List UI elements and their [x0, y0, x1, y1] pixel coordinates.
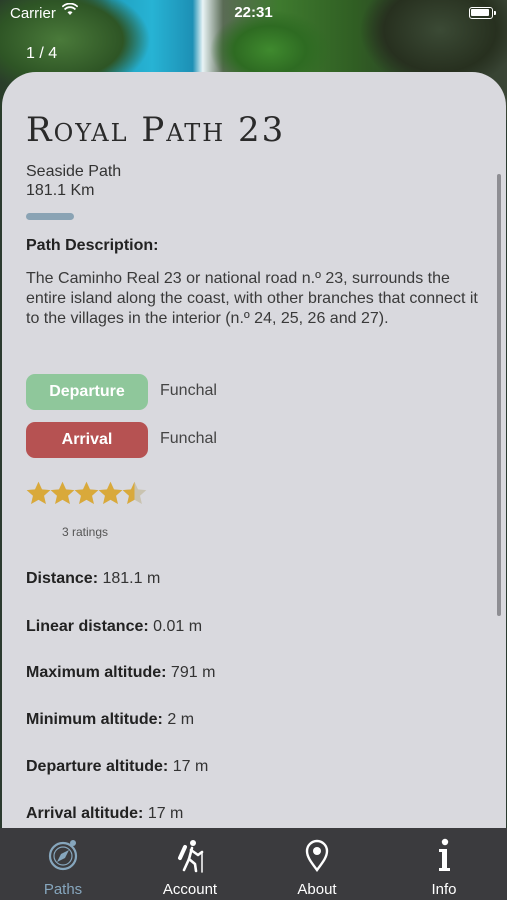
- battery-icon: [469, 7, 496, 19]
- stat-maximum-altitude: Maximum altitude: 791 m: [26, 664, 215, 682]
- stat-distance: Distance: 181.1 m: [26, 570, 160, 588]
- star-icon[interactable]: [97, 480, 124, 507]
- stat-label: Maximum altitude:: [26, 664, 167, 681]
- path-subtitle: Seaside Path 181.1 Km: [26, 162, 121, 200]
- info-icon: [381, 838, 507, 874]
- departure-badge: Departure: [26, 374, 148, 410]
- arrival-place: Funchal: [160, 430, 217, 447]
- arrival-badge: Arrival: [26, 422, 148, 458]
- stat-value: 2 m: [167, 711, 195, 728]
- tab-about[interactable]: About: [254, 828, 380, 900]
- tab-bar: Paths Account About Info: [0, 828, 507, 900]
- stat-value: 17 m: [147, 805, 184, 822]
- stat-label: Minimum altitude:: [26, 711, 163, 728]
- tab-label: Account: [162, 881, 218, 898]
- accent-divider: [26, 213, 74, 220]
- status-time: 22:31: [234, 4, 273, 21]
- stat-label: Arrival altitude:: [26, 805, 144, 822]
- stat-value: 181.1 m: [102, 570, 161, 587]
- hiker-icon: [127, 838, 253, 874]
- tab-label: About: [297, 881, 337, 898]
- ratings-count: 3 ratings: [62, 525, 109, 539]
- stat-value: 791 m: [170, 664, 216, 681]
- gallery-page-indicator: 1 / 4: [26, 45, 58, 62]
- stat-label: Departure altitude:: [26, 758, 169, 775]
- path-title: Royal Path 23: [26, 110, 286, 150]
- description-text: The Caminho Real 23 or national road n.º…: [26, 270, 478, 327]
- stat-arrival-altitude: Arrival altitude: 17 m: [26, 805, 183, 823]
- stat-minimum-altitude: Minimum altitude: 2 m: [26, 711, 194, 729]
- compass-icon: [0, 838, 126, 874]
- star-icon[interactable]: [121, 480, 148, 507]
- tab-label: Paths: [43, 881, 83, 898]
- star-icon[interactable]: [49, 480, 76, 507]
- path-type: Seaside Path: [26, 163, 122, 180]
- departure-place: Funchal: [160, 382, 217, 399]
- star-icon[interactable]: [25, 480, 52, 507]
- scrollbar[interactable]: [497, 174, 501, 616]
- status-bar: Carrier 22:31: [0, 0, 507, 28]
- map-pin-icon: [254, 838, 380, 874]
- stat-label: Linear distance:: [26, 618, 149, 635]
- stat-value: 0.01 m: [153, 618, 203, 635]
- tab-account[interactable]: Account: [127, 828, 253, 900]
- tab-info[interactable]: Info: [381, 828, 507, 900]
- tab-label: Info: [431, 881, 457, 898]
- stat-value: 17 m: [172, 758, 209, 775]
- description-heading: Path Description:: [26, 237, 159, 254]
- stat-departure-altitude: Departure altitude: 17 m: [26, 758, 208, 776]
- path-length: 181.1 Km: [26, 182, 95, 199]
- star-icon[interactable]: [73, 480, 100, 507]
- stat-linear-distance: Linear distance: 0.01 m: [26, 618, 202, 636]
- star-rating[interactable]: [25, 480, 148, 510]
- stat-label: Distance:: [26, 570, 99, 587]
- tab-paths[interactable]: Paths: [0, 828, 126, 900]
- path-detail-card: Royal Path 23 Seaside Path 181.1 Km Path…: [2, 72, 506, 832]
